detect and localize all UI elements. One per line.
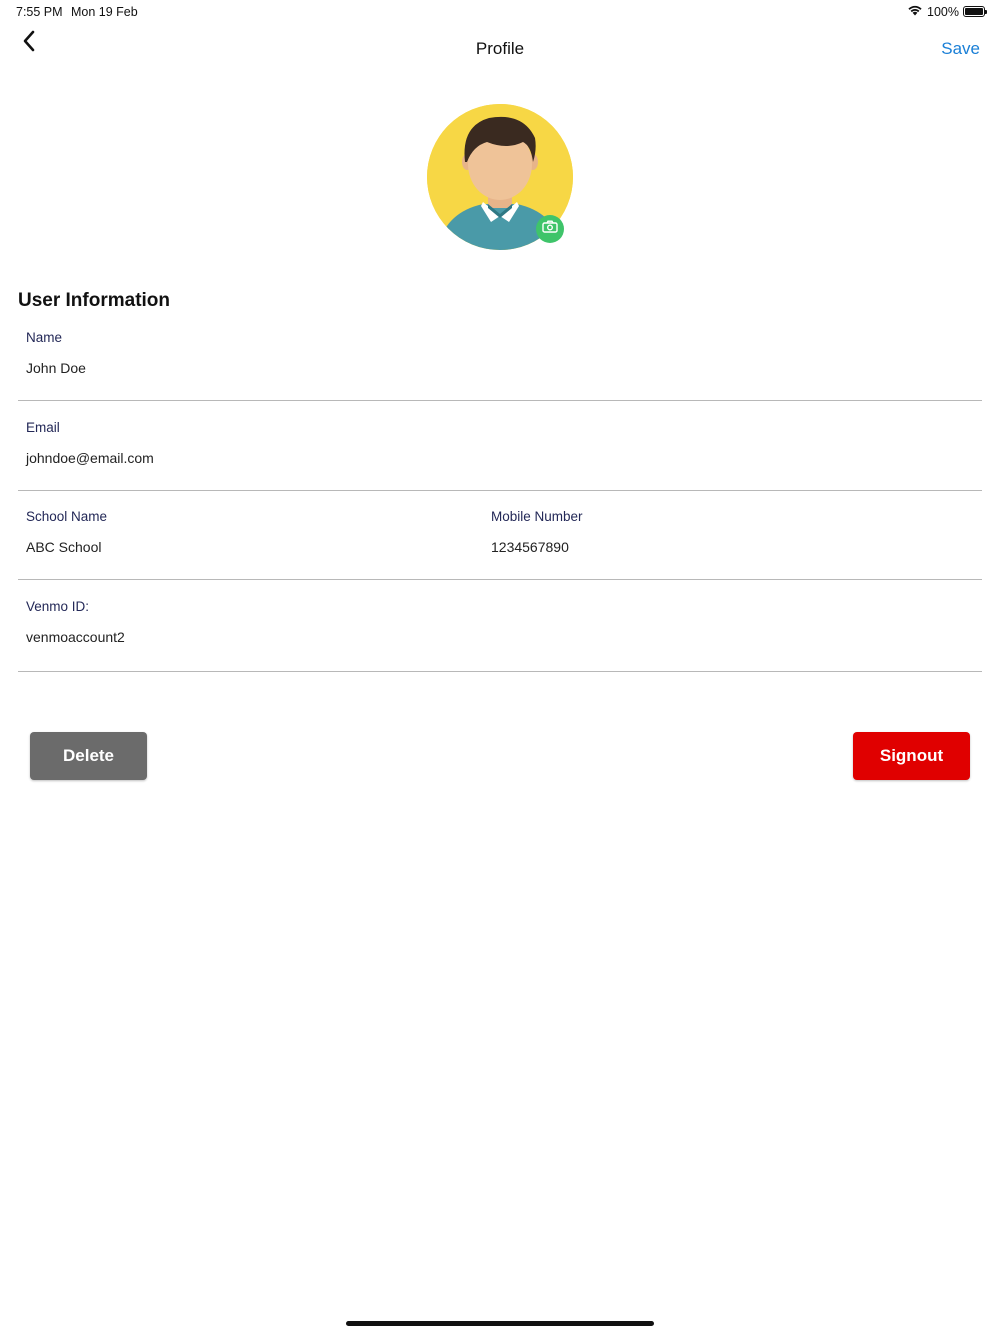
- battery-icon: [963, 6, 987, 17]
- venmo-id-field[interactable]: Venmo ID: venmoaccount2: [26, 599, 125, 645]
- section-title: User Information: [18, 290, 171, 311]
- divider: [18, 400, 982, 401]
- home-indicator[interactable]: [346, 1321, 654, 1326]
- name-label: Name: [26, 330, 63, 345]
- wifi-icon: [907, 4, 923, 19]
- delete-button[interactable]: Delete: [30, 732, 147, 780]
- venmo-id-label: Venmo ID:: [26, 599, 90, 614]
- school-name-value[interactable]: ABC School: [26, 539, 107, 555]
- school-name-label: School Name: [26, 509, 108, 524]
- status-indicators: 100%: [907, 4, 987, 19]
- mobile-number-value[interactable]: 1234567890: [491, 539, 583, 555]
- divider: [18, 579, 982, 580]
- status-date: Mon 19 Feb: [71, 5, 138, 19]
- profile-avatar[interactable]: [427, 104, 573, 250]
- mobile-number-field[interactable]: Mobile Number 1234567890: [491, 509, 583, 555]
- email-field[interactable]: Email johndoe@email.com: [26, 420, 154, 466]
- name-field[interactable]: Name John Doe: [26, 330, 86, 376]
- name-value[interactable]: John Doe: [26, 360, 86, 376]
- change-photo-button[interactable]: [536, 215, 564, 243]
- school-name-field[interactable]: School Name ABC School: [26, 509, 107, 555]
- venmo-id-value[interactable]: venmoaccount2: [26, 629, 125, 645]
- page-title: Profile: [475, 39, 525, 58]
- save-button[interactable]: Save: [941, 39, 980, 59]
- mobile-number-label: Mobile Number: [491, 509, 583, 524]
- email-label: Email: [26, 420, 60, 435]
- battery-percent: 100%: [927, 4, 959, 19]
- divider: [18, 671, 982, 672]
- signout-button[interactable]: Signout: [853, 732, 970, 780]
- status-bar: 7:55 PM Mon 19 Feb 100%: [0, 0, 1000, 24]
- nav-bar: Profile Save: [0, 24, 1000, 74]
- divider: [18, 490, 982, 491]
- email-value[interactable]: johndoe@email.com: [26, 450, 154, 466]
- status-time: 7:55 PM: [16, 5, 63, 19]
- camera-icon: [542, 220, 558, 238]
